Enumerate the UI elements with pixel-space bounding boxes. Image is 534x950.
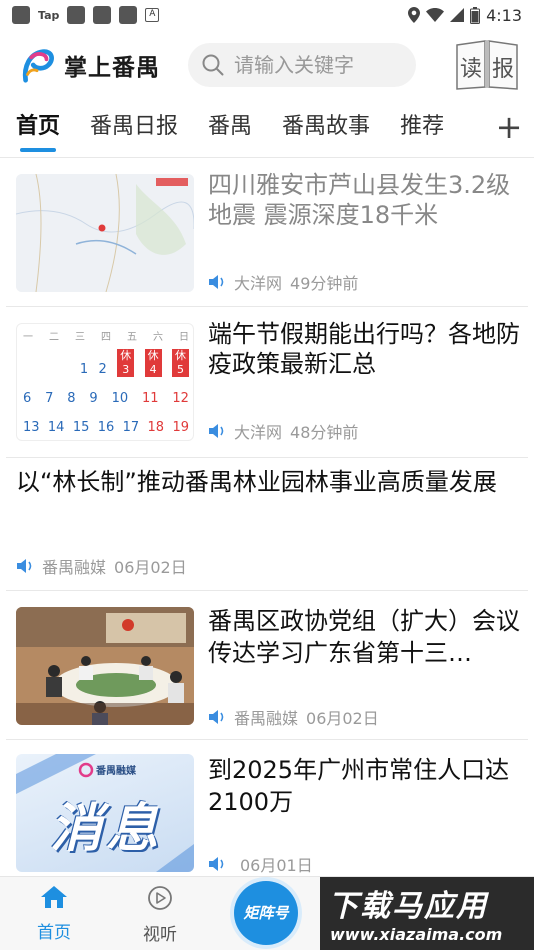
meeting-thumbnail bbox=[16, 607, 194, 725]
holiday-day: 休5 bbox=[172, 349, 189, 377]
news-item[interactable]: 一二三四五六日 1 2 休3 休4 休5 6 7 8 9 10 11 12 13 14 15 16… bbox=[0, 307, 534, 458]
news-time: 49分钟前 bbox=[290, 274, 359, 293]
news-time: 06月01日 bbox=[240, 856, 313, 875]
status-bar: Tap A 4:13 bbox=[0, 0, 534, 30]
signal-icon bbox=[450, 8, 465, 22]
calendar-row: 1 2 休3 休4 休5 bbox=[23, 349, 189, 377]
read-paper-button[interactable]: 读 报 bbox=[454, 39, 520, 91]
notification-icon bbox=[93, 6, 112, 24]
news-title[interactable]: 四川雅安市芦山县发生3.2级地震 震源深度18千米 bbox=[208, 170, 520, 230]
calendar-row: 13 14 15 16 17 18 19 bbox=[23, 420, 189, 435]
news-item[interactable]: 以“林长制”推动番禺林业园林事业高质量发展 番禺融媒 06月02日 bbox=[0, 458, 534, 591]
status-system: 4:13 bbox=[408, 6, 522, 25]
speaker-icon[interactable] bbox=[208, 274, 226, 290]
speaker-icon[interactable] bbox=[208, 423, 226, 439]
status-notifications: Tap A bbox=[12, 6, 160, 24]
nav-listen-label: 视听 bbox=[143, 925, 177, 945]
tap-notification-icon: Tap bbox=[38, 8, 60, 22]
holiday-day: 休3 bbox=[117, 349, 135, 377]
speaker-icon[interactable] bbox=[16, 558, 34, 574]
speaker-icon[interactable] bbox=[208, 709, 226, 725]
location-icon bbox=[408, 7, 421, 23]
news-time: 06月02日 bbox=[114, 558, 187, 577]
app-logo[interactable]: 掌上番禺 bbox=[18, 46, 160, 84]
tab-panyu-daily[interactable]: 番禺日报 bbox=[90, 100, 178, 157]
search-input[interactable] bbox=[234, 53, 394, 77]
news-meta: 06月01日 bbox=[208, 852, 313, 876]
notification-icon bbox=[12, 6, 30, 24]
play-circle-icon bbox=[148, 886, 172, 910]
app-name: 掌上番禺 bbox=[64, 55, 160, 81]
nav-listen[interactable]: 视听 bbox=[120, 885, 200, 945]
a-notification-icon: A bbox=[145, 8, 160, 22]
calendar-image: 一二三四五六日 1 2 休3 休4 休5 6 7 8 9 10 11 12 13 14 15 16… bbox=[23, 328, 189, 435]
tab-panyu-stories[interactable]: 番禺故事 bbox=[282, 100, 370, 157]
calendar-row: 6 7 8 9 10 11 12 bbox=[23, 391, 189, 406]
watermark-title: 下载马应用 bbox=[328, 889, 488, 924]
search-icon bbox=[202, 54, 224, 76]
notification-icon bbox=[67, 6, 86, 24]
news-title[interactable]: 番禺区政协党组（扩大）会议传达学习广东省第十三… bbox=[208, 605, 520, 669]
news-brand-label: 番禺融媒 bbox=[96, 766, 136, 777]
news-item[interactable]: 番禺融媒 消息 到2025年广州市常住人口达2100万 06月01日 bbox=[0, 740, 534, 880]
news-meta: 大洋网 48分钟前 bbox=[208, 419, 358, 443]
news-source: 大洋网 bbox=[234, 274, 283, 293]
site-watermark: 下载马应用 www.xiazaima.com bbox=[320, 877, 534, 950]
paper-button-right-label: 报 bbox=[492, 57, 515, 82]
nav-home[interactable]: 首页 bbox=[14, 885, 94, 943]
speaker-icon[interactable] bbox=[208, 856, 226, 872]
earthquake-map-image bbox=[16, 174, 194, 292]
news-time: 48分钟前 bbox=[290, 423, 359, 442]
news-source: 番禺融媒 bbox=[234, 709, 299, 728]
home-icon bbox=[41, 886, 67, 908]
news-item[interactable]: 四川雅安市芦山县发生3.2级地震 震源深度18千米 大洋网 49分钟前 bbox=[0, 158, 534, 307]
news-thumbnail: 番禺融媒 消息 bbox=[16, 754, 194, 872]
calendar-thumbnail: 一二三四五六日 1 2 休3 休4 休5 6 7 8 9 10 11 12 13 14 15 16… bbox=[16, 323, 194, 441]
news-title[interactable]: 端午节假期能出行吗？各地防疫政策最新汇总 bbox=[208, 319, 520, 379]
news-meta: 番禺融媒 06月02日 bbox=[16, 554, 187, 578]
battery-icon bbox=[470, 6, 481, 24]
news-item[interactable]: 番禺区政协党组（扩大）会议传达学习广东省第十三… 番禺融媒 06月02日 bbox=[0, 591, 534, 741]
watermark-url: www.xiazaima.com bbox=[330, 925, 503, 944]
calendar-weekdays: 一二三四五六日 bbox=[23, 332, 189, 343]
search-bar[interactable] bbox=[188, 43, 416, 87]
tab-panyu[interactable]: 番禺 bbox=[208, 100, 252, 157]
app-header: 掌上番禺 读 报 bbox=[0, 30, 534, 100]
tab-recommend[interactable]: 推荐 bbox=[400, 100, 444, 157]
holiday-day: 休4 bbox=[144, 349, 162, 377]
channel-tabs: 首页 番禺日报 番禺 番禺故事 推荐 + bbox=[0, 100, 534, 158]
news-meta: 番禺融媒 06月02日 bbox=[208, 705, 379, 729]
news-source: 大洋网 bbox=[234, 423, 283, 442]
news-title[interactable]: 以“林长制”推动番禺林业园林事业高质量发展 bbox=[16, 466, 516, 499]
meeting-photo-image bbox=[16, 607, 194, 725]
bottom-navigation: 首页 视听 矩阵号 下载马应用 www.xiazaima.com bbox=[0, 876, 534, 950]
add-channel-button[interactable]: + bbox=[494, 100, 524, 157]
matrix-button[interactable]: 矩阵号 bbox=[234, 881, 298, 945]
news-meta: 大洋网 49分钟前 bbox=[208, 270, 358, 294]
news-big-label: 消息 bbox=[50, 799, 163, 859]
news-time: 06月02日 bbox=[306, 709, 379, 728]
clock: 4:13 bbox=[486, 5, 522, 25]
notification-icon bbox=[119, 6, 138, 24]
nav-home-label: 首页 bbox=[37, 923, 71, 943]
wifi-icon bbox=[426, 8, 445, 22]
panyu-logo-icon bbox=[22, 49, 54, 83]
news-title[interactable]: 到2025年广州市常住人口达2100万 bbox=[208, 754, 520, 818]
news-source: 番禺融媒 bbox=[42, 558, 107, 577]
tab-home[interactable]: 首页 bbox=[16, 100, 60, 157]
paper-button-left-label: 读 bbox=[460, 57, 483, 82]
map-thumbnail bbox=[16, 174, 194, 292]
